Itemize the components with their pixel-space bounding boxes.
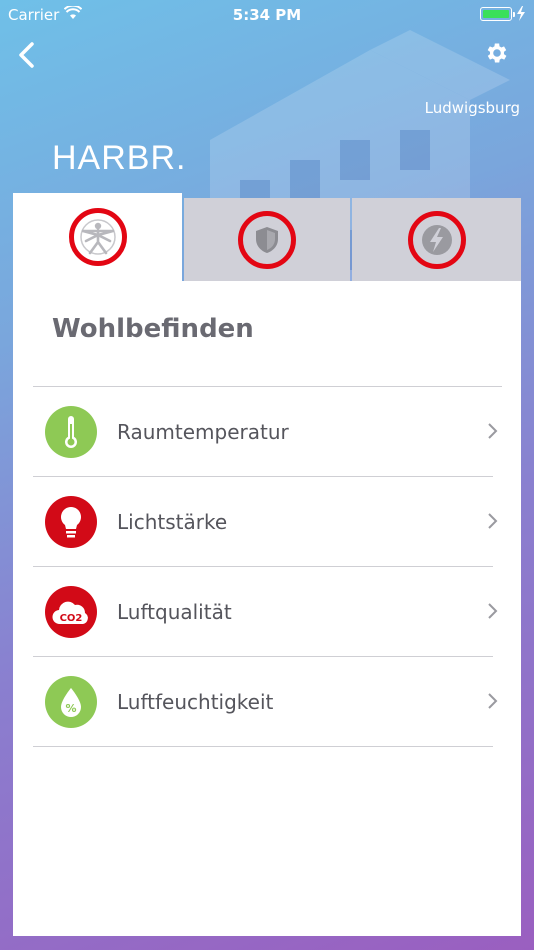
shield-icon (256, 226, 278, 253)
co2-icon-text: CO2 (60, 613, 83, 624)
person-icon (79, 219, 116, 255)
chevron-right-icon (488, 603, 498, 619)
charging-icon (517, 6, 525, 21)
tab-icon-ring (407, 210, 466, 269)
chevron-right-icon (488, 513, 498, 529)
list-item-label: Luftfeuchtigkeit (117, 690, 274, 714)
list-item-lichtstaerke[interactable]: Lichtstärke (33, 477, 498, 567)
settings-gear-icon[interactable] (484, 40, 510, 66)
lightning-icon (421, 224, 452, 255)
status-bar: Carrier 5:34 PM (0, 0, 534, 30)
humidity-drop-icon: % (45, 676, 97, 728)
tab-wellbeing[interactable] (13, 193, 182, 281)
chevron-right-icon (488, 423, 498, 439)
list-item-label: Lichtstärke (117, 510, 228, 534)
location-label: Ludwigsburg (424, 99, 520, 117)
tab-security[interactable] (184, 198, 350, 281)
tab-icon-ring (238, 210, 296, 269)
list-item-label: Raumtemperatur (117, 420, 289, 444)
category-tabs (13, 193, 521, 281)
section-title: Wohlbefinden (52, 314, 254, 344)
list-item-luftfeuchtigkeit[interactable]: % Luftfeuchtigkeit (33, 657, 498, 747)
content-panel: Wohlbefinden Raumtemperatur Lichtstärke (13, 281, 521, 936)
tab-energy[interactable] (352, 198, 521, 281)
list-item-label: Luftqualität (117, 600, 232, 624)
app-logo: HARBR. (52, 139, 187, 177)
list-item-raumtemperatur[interactable]: Raumtemperatur (33, 387, 498, 477)
co2-cloud-icon: CO2 (45, 586, 97, 638)
lightbulb-icon (45, 496, 97, 548)
battery-icon (480, 7, 515, 21)
thermometer-icon (45, 406, 97, 458)
back-button[interactable] (14, 40, 42, 70)
chevron-right-icon (488, 693, 498, 709)
percent-icon-text: % (65, 702, 76, 715)
divider (33, 746, 493, 747)
tab-icon-ring (68, 208, 127, 266)
status-time: 5:34 PM (232, 6, 302, 24)
list-item-luftqualitaet[interactable]: CO2 Luftqualität (33, 567, 498, 657)
